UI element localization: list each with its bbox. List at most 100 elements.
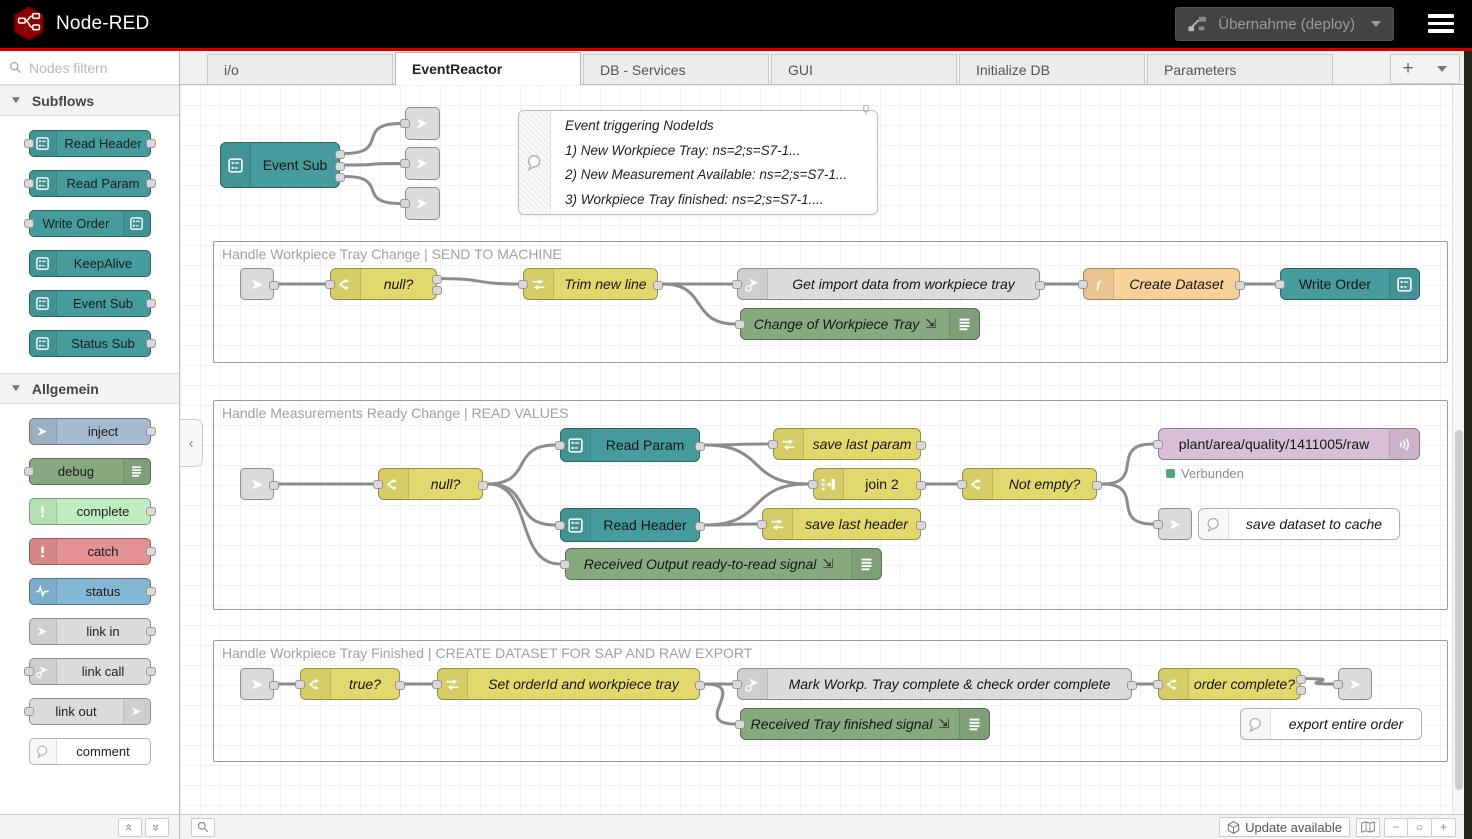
flow-node-link-out-2[interactable]: [1158, 508, 1192, 540]
input-port[interactable]: [808, 480, 818, 489]
flow-node-comment-export[interactable]: export entire order: [1240, 708, 1422, 740]
output-port[interactable]: [1296, 675, 1306, 684]
palette-node-catch[interactable]: catch: [29, 538, 151, 565]
output-port[interactable]: [1092, 481, 1102, 490]
output-port[interactable]: [146, 299, 156, 308]
tab-i-o[interactable]: i/o: [207, 54, 393, 84]
output-port[interactable]: [269, 681, 279, 690]
flow-node-subflow-readparam[interactable]: Read Param: [560, 428, 700, 462]
input-port[interactable]: [555, 441, 565, 450]
deploy-button[interactable]: Übernahme (deploy): [1175, 7, 1394, 41]
output-port[interactable]: [335, 173, 345, 182]
flow-node-subflow-readheader[interactable]: Read Header: [560, 508, 700, 542]
input-port[interactable]: [24, 179, 34, 188]
output-port[interactable]: [432, 275, 442, 284]
flow-group-3[interactable]: Handle Workpiece Tray Finished | CREATE …: [213, 640, 1448, 762]
input-port[interactable]: [1078, 280, 1088, 289]
output-port[interactable]: [335, 162, 345, 171]
input-port[interactable]: [373, 480, 383, 489]
output-port[interactable]: [432, 286, 442, 295]
output-port[interactable]: [146, 179, 156, 188]
input-port[interactable]: [735, 320, 745, 329]
flow-node-link-in-2[interactable]: [240, 468, 274, 500]
flow-node-join-2[interactable]: join 2: [813, 468, 921, 500]
flow-node-subflow-write[interactable]: Write Order: [1280, 268, 1420, 300]
palette-node-inject[interactable]: inject: [29, 418, 151, 445]
input-port[interactable]: [24, 667, 34, 676]
output-port[interactable]: [695, 442, 705, 451]
output-port[interactable]: [1235, 281, 1245, 290]
output-port[interactable]: [269, 281, 279, 290]
category-header-subflows[interactable]: ▼Subflows: [0, 85, 179, 116]
input-port[interactable]: [295, 680, 305, 689]
input-port[interactable]: [1153, 440, 1163, 449]
palette-node-read-header[interactable]: Read Header: [29, 130, 151, 157]
input-port[interactable]: [400, 199, 410, 208]
tab-parameters[interactable]: Parameters: [1147, 54, 1333, 84]
flow-node-switch-null-2[interactable]: null?: [378, 468, 483, 500]
flow-node-link-in-3[interactable]: [240, 668, 274, 700]
input-port[interactable]: [432, 680, 442, 689]
debug-active-indicator-icon[interactable]: ⇲: [925, 316, 936, 332]
output-port[interactable]: [146, 139, 156, 148]
info-comment-box[interactable]: Event triggering NodeIds1) New Workpiece…: [518, 110, 878, 215]
output-port[interactable]: [1127, 681, 1137, 690]
add-flow-button[interactable]: +: [1391, 55, 1425, 83]
debug-active-indicator-icon[interactable]: ⇲: [822, 556, 833, 572]
output-port[interactable]: [1035, 281, 1045, 290]
pin-icon[interactable]: [859, 103, 873, 122]
output-port[interactable]: [395, 681, 405, 690]
flow-canvas[interactable]: ‹ Handle Workpiece Tray Change | SEND TO…: [180, 85, 1452, 814]
hamburger-menu-icon[interactable]: [1428, 14, 1454, 37]
navigator-button[interactable]: [1356, 818, 1380, 837]
output-port[interactable]: [146, 339, 156, 348]
output-port[interactable]: [478, 481, 488, 490]
flow-node-linkcall-import[interactable]: Get import data from workpiece tray: [737, 268, 1040, 300]
flow-node-switch-notempty[interactable]: Not empty?: [962, 468, 1097, 500]
output-port[interactable]: [695, 522, 705, 531]
output-port[interactable]: [1296, 686, 1306, 695]
output-port[interactable]: [916, 441, 926, 450]
flow-node-mqtt-out[interactable]: plant/area/quality/1411005/raw: [1158, 428, 1420, 460]
flow-node-debug-tray[interactable]: Received Tray finished signal⇲: [740, 708, 990, 740]
input-port[interactable]: [400, 119, 410, 128]
flow-node-link-top-2[interactable]: [405, 147, 440, 180]
input-port[interactable]: [518, 280, 528, 289]
palette-node-link-out[interactable]: link out: [29, 698, 151, 725]
vertical-scrollbar[interactable]: [1452, 85, 1464, 814]
flow-node-switch-true[interactable]: true?: [300, 668, 400, 700]
flow-node-debug-change[interactable]: Change of Workpiece Tray⇲: [740, 308, 980, 340]
flow-node-switch-null-1[interactable]: null?: [330, 268, 437, 300]
flow-node-debug-ready[interactable]: Received Output ready-to-read signal⇲: [565, 548, 882, 580]
debug-active-indicator-icon[interactable]: ⇲: [938, 716, 949, 732]
input-port[interactable]: [732, 280, 742, 289]
tab-initialize-db[interactable]: Initialize DB: [959, 54, 1145, 84]
input-port[interactable]: [1333, 680, 1343, 689]
output-port[interactable]: [146, 667, 156, 676]
flow-node-event-sub[interactable]: Event Sub: [220, 142, 340, 188]
output-port[interactable]: [653, 281, 663, 290]
flow-node-switch-ordercomplete[interactable]: order complete?: [1158, 668, 1301, 700]
palette-node-event-sub[interactable]: Event Sub: [29, 290, 151, 317]
input-port[interactable]: [1153, 680, 1163, 689]
palette-node-keepalive[interactable]: KeepAlive: [29, 250, 151, 277]
flow-group-1[interactable]: Handle Workpiece Tray Change | SEND TO M…: [213, 241, 1448, 363]
palette-node-read-param[interactable]: Read Param: [29, 170, 151, 197]
input-port[interactable]: [555, 521, 565, 530]
input-port[interactable]: [24, 467, 34, 476]
flow-node-link-top-3[interactable]: [405, 187, 440, 220]
flow-node-link-out-3[interactable]: [1338, 668, 1372, 700]
flow-node-func-create[interactable]: fCreate Dataset: [1083, 268, 1240, 300]
palette-node-status[interactable]: status: [29, 578, 151, 605]
palette-search-input[interactable]: Nodes filtern: [0, 51, 179, 85]
output-port[interactable]: [916, 521, 926, 530]
flow-node-linkcall-mark[interactable]: Mark Workp. Tray complete & check order …: [737, 668, 1132, 700]
input-port[interactable]: [1153, 520, 1163, 529]
output-port[interactable]: [269, 481, 279, 490]
input-port[interactable]: [757, 520, 767, 529]
flow-node-link-top-1[interactable]: [405, 107, 440, 140]
palette-node-debug[interactable]: debug: [29, 458, 151, 485]
output-port[interactable]: [146, 627, 156, 636]
palette-expand-all-button[interactable]: »: [145, 818, 169, 837]
output-port[interactable]: [146, 547, 156, 556]
